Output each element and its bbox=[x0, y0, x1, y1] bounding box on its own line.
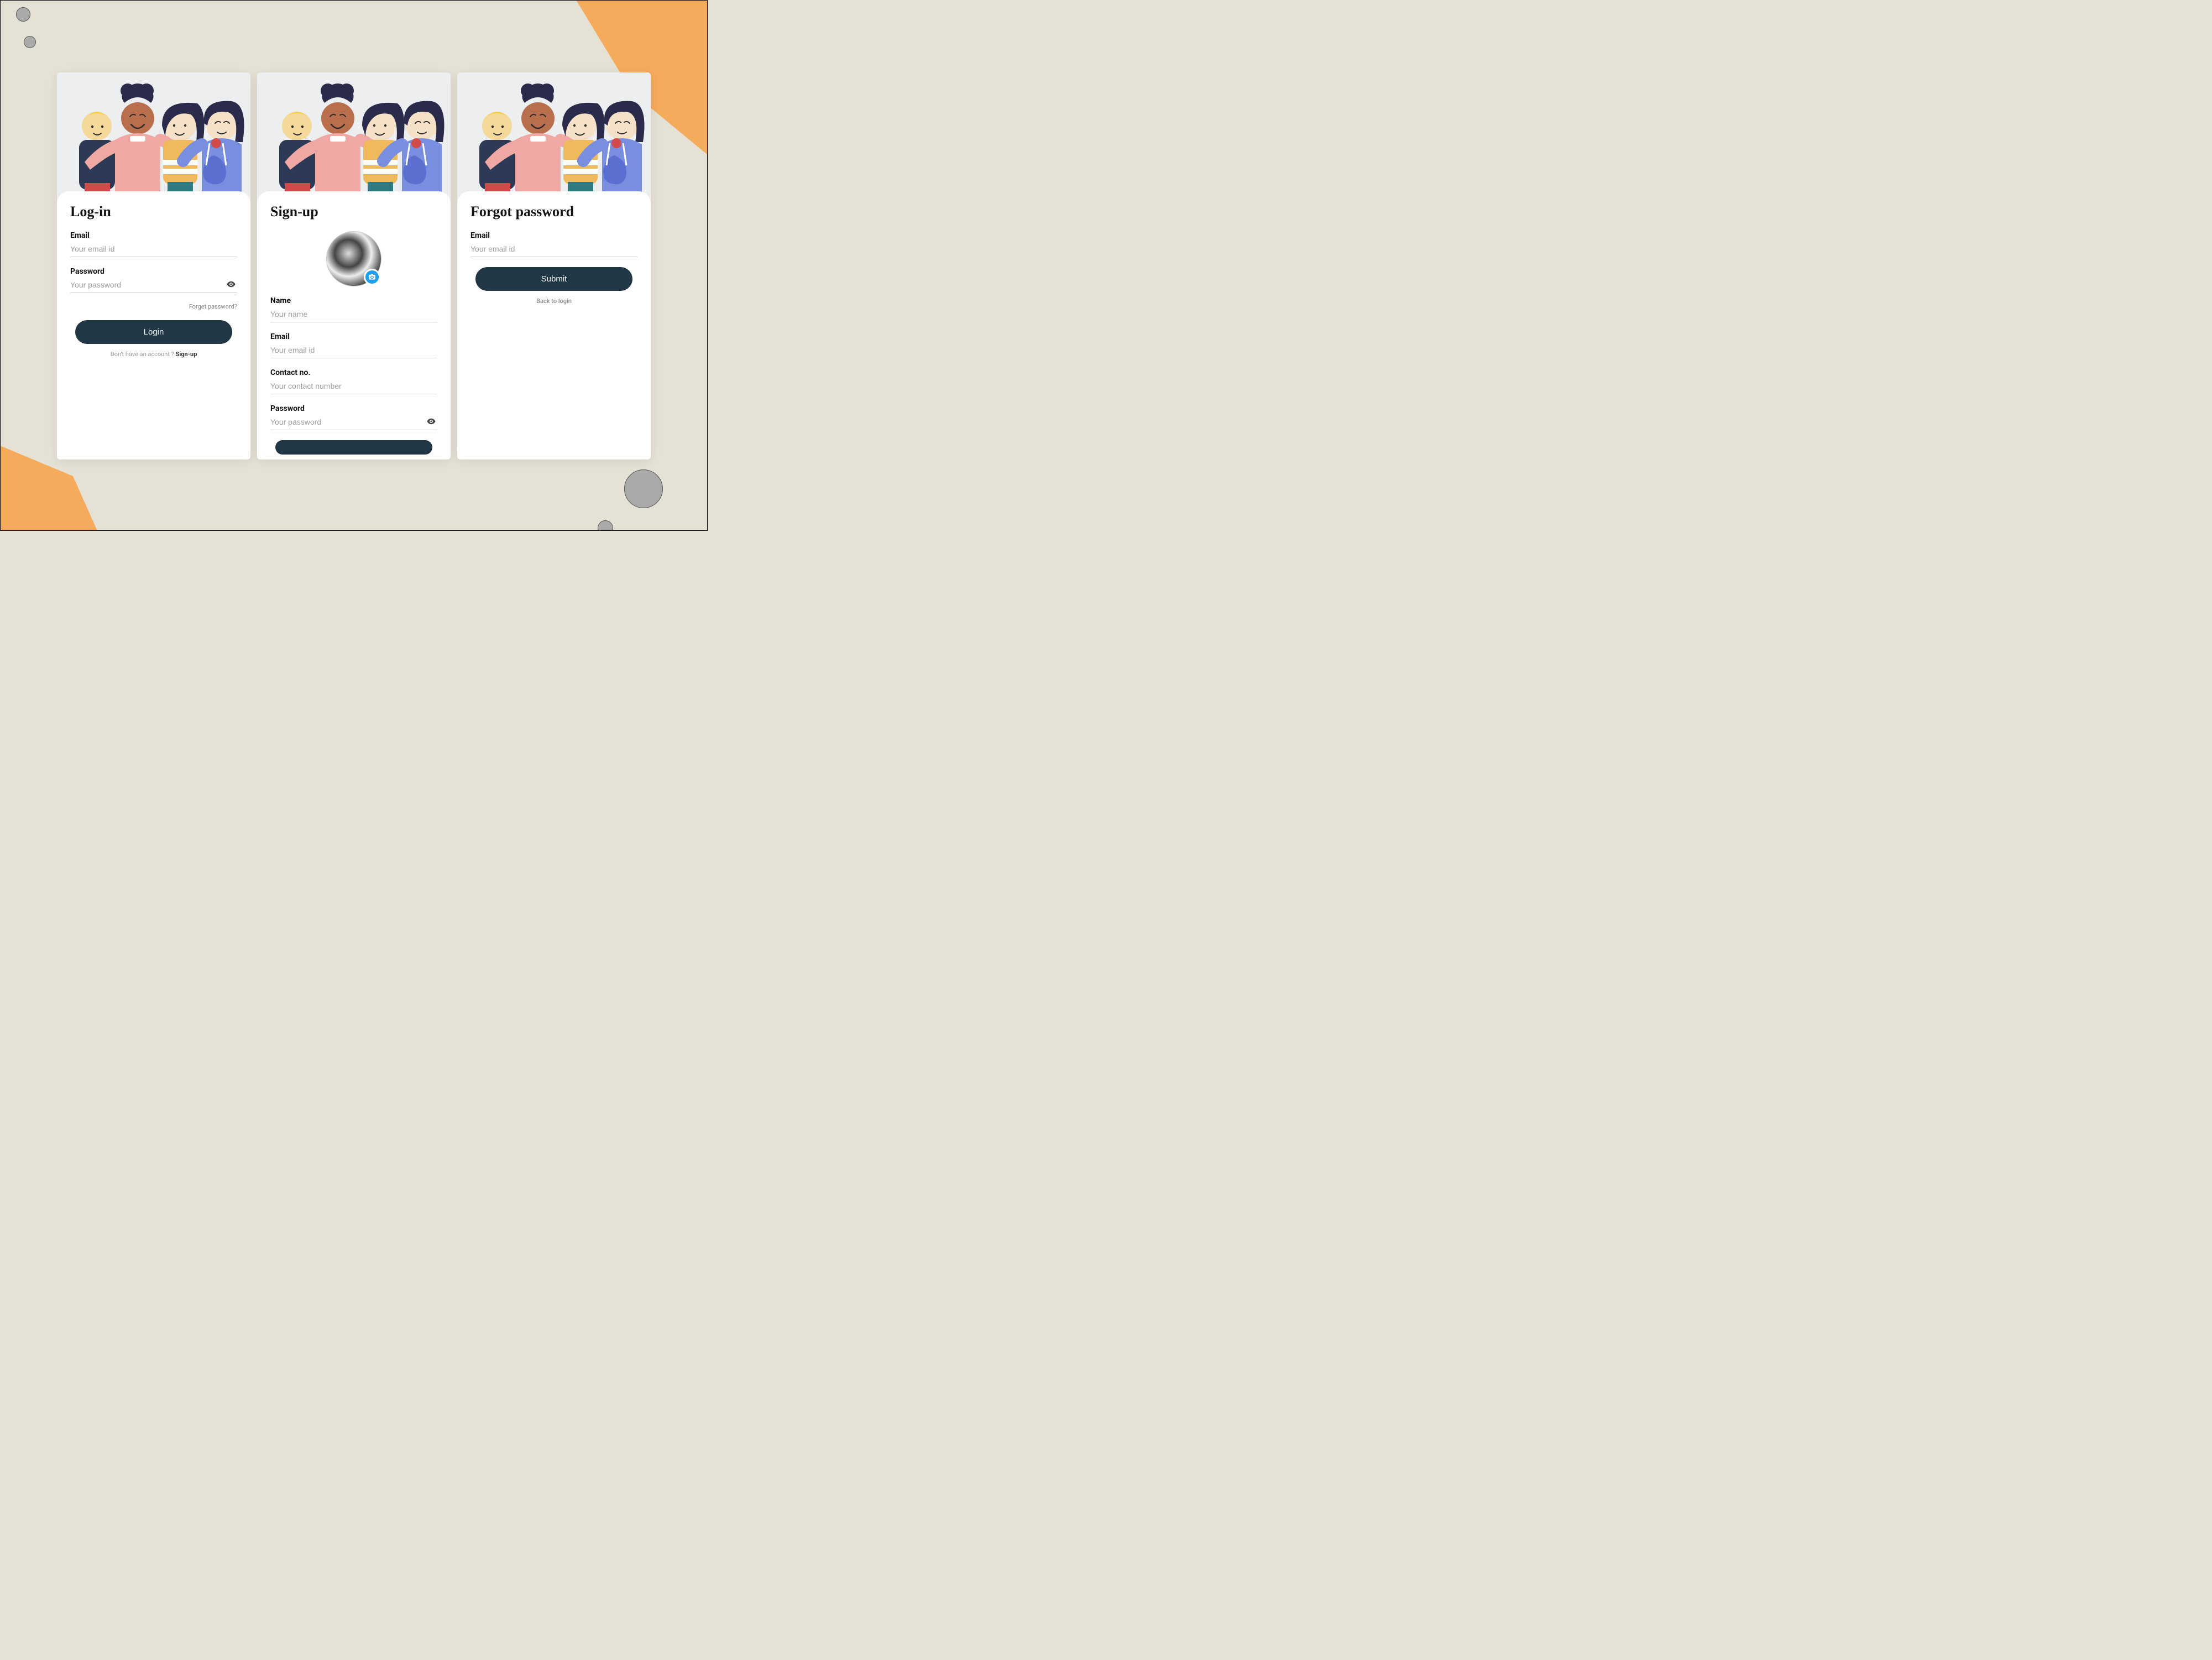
forgot-screen: Forgot password Email Submit Back to log… bbox=[457, 72, 651, 460]
decorative-dot bbox=[16, 7, 30, 22]
decorative-dot bbox=[598, 520, 613, 531]
contact-input[interactable] bbox=[270, 378, 437, 394]
forgot-title: Forgot password bbox=[470, 203, 637, 220]
camera-icon bbox=[368, 273, 376, 281]
camera-button[interactable] bbox=[364, 269, 380, 285]
login-title: Log-in bbox=[70, 203, 237, 220]
avatar-uploader bbox=[326, 231, 381, 286]
password-label: Password bbox=[270, 404, 437, 413]
email-label: Email bbox=[70, 231, 237, 240]
password-input[interactable] bbox=[270, 414, 437, 430]
signup-prompt: Don't have an account ? Sign-up bbox=[70, 351, 237, 358]
forgot-password-link[interactable]: Forget password? bbox=[70, 303, 237, 310]
signup-title: Sign-up bbox=[270, 203, 437, 220]
decorative-dot bbox=[624, 469, 663, 508]
contact-label: Contact no. bbox=[270, 368, 437, 377]
email-label: Email bbox=[270, 332, 437, 341]
email-input[interactable] bbox=[70, 241, 237, 257]
friends-illustration bbox=[257, 72, 451, 197]
eye-icon[interactable] bbox=[226, 279, 236, 289]
decorative-dot bbox=[24, 36, 36, 48]
friends-illustration bbox=[57, 72, 250, 197]
email-label: Email bbox=[470, 231, 637, 240]
login-screen: Log-in Email Password For bbox=[57, 72, 250, 460]
email-input[interactable] bbox=[470, 241, 637, 257]
login-button[interactable]: Login bbox=[75, 320, 232, 344]
email-input[interactable] bbox=[270, 342, 437, 358]
name-label: Name bbox=[270, 296, 437, 305]
back-to-login-link[interactable]: Back to login bbox=[536, 297, 572, 305]
screens-row: Log-in Email Password For bbox=[1, 72, 707, 460]
password-label: Password bbox=[70, 267, 237, 276]
hero-illustration bbox=[457, 72, 651, 197]
hero-illustration bbox=[57, 72, 250, 197]
forgot-panel: Forgot password Email Submit Back to log… bbox=[457, 191, 651, 460]
name-input[interactable] bbox=[270, 306, 437, 322]
eye-icon[interactable] bbox=[426, 416, 436, 426]
friends-illustration bbox=[457, 72, 651, 197]
signup-prompt-text: Don't have an account ? bbox=[111, 351, 176, 358]
signup-button[interactable] bbox=[275, 440, 432, 455]
signup-link[interactable]: Sign-up bbox=[176, 351, 197, 358]
submit-button[interactable]: Submit bbox=[475, 267, 632, 291]
password-input[interactable] bbox=[70, 277, 237, 293]
signup-panel: Sign-up Name Email Contact no. bbox=[257, 191, 451, 460]
hero-illustration bbox=[257, 72, 451, 197]
login-panel: Log-in Email Password For bbox=[57, 191, 250, 460]
signup-screen: Sign-up Name Email Contact no. bbox=[257, 72, 451, 460]
design-canvas: Log-in Email Password For bbox=[0, 0, 708, 531]
